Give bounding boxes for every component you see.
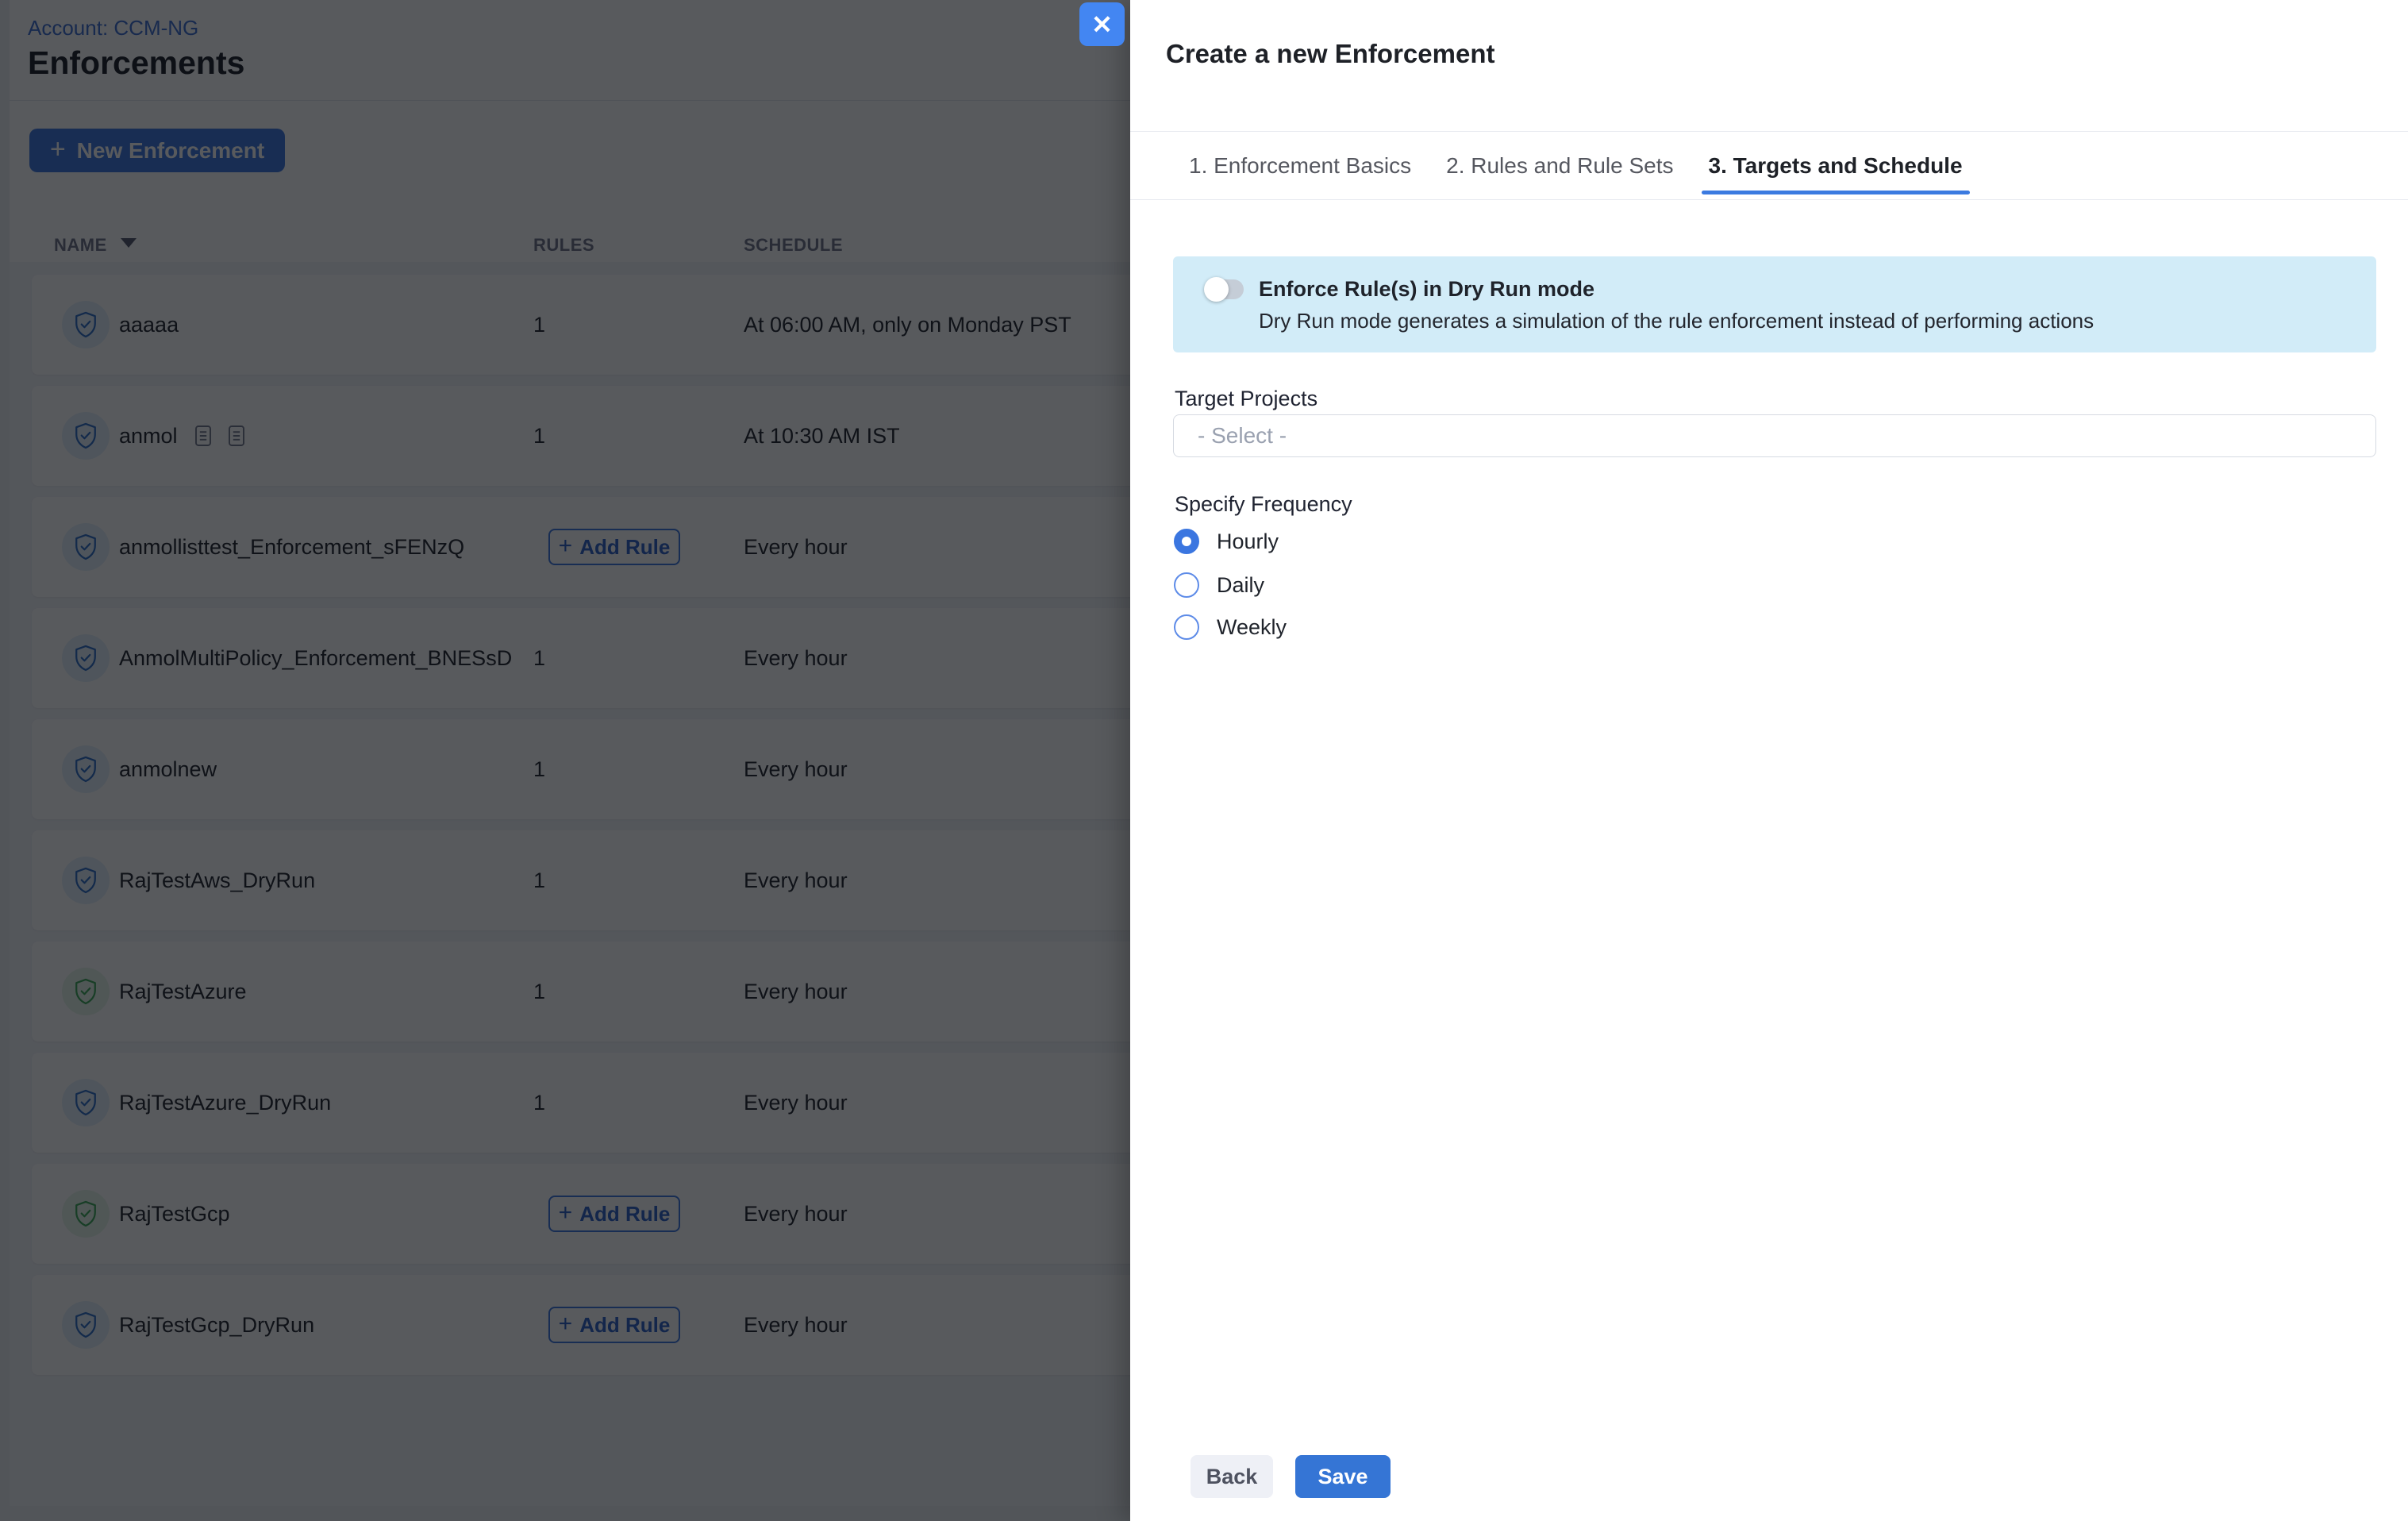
radio-unchecked-icon [1174,572,1199,598]
tab-rules-and-rule-sets[interactable]: 2. Rules and Rule Sets [1446,132,1673,199]
dry-run-toggle[interactable] [1206,279,1244,299]
target-projects-label: Target Projects [1175,387,1317,411]
specify-frequency-label: Specify Frequency [1175,492,1352,517]
dry-run-description: Dry Run mode generates a simulation of t… [1259,309,2094,333]
frequency-option-weekly[interactable]: Weekly [1174,614,1287,640]
target-projects-select[interactable]: - Select - [1173,414,2376,457]
select-placeholder: - Select - [1198,423,1287,449]
close-button[interactable]: ✕ [1079,2,1125,46]
radio-label: Daily [1217,573,1264,598]
tab-enforcement-basics[interactable]: 1. Enforcement Basics [1189,132,1411,199]
frequency-option-daily[interactable]: Daily [1174,572,1264,598]
back-button[interactable]: Back [1191,1455,1273,1498]
dry-run-banner: Enforce Rule(s) in Dry Run mode Dry Run … [1173,256,2376,352]
dry-run-title: Enforce Rule(s) in Dry Run mode [1259,277,1594,302]
drawer-title: Create a new Enforcement [1166,39,1494,69]
create-enforcement-drawer: Create a new Enforcement 1. Enforcement … [1130,0,2408,1521]
close-icon: ✕ [1091,10,1113,40]
radio-checked-icon [1174,529,1199,554]
radio-label: Weekly [1217,615,1287,640]
wizard-tabs: 1. Enforcement Basics 2. Rules and Rule … [1130,132,2408,200]
tab-targets-and-schedule[interactable]: 3. Targets and Schedule [1709,132,1963,199]
frequency-option-hourly[interactable]: Hourly [1174,529,1279,554]
save-button[interactable]: Save [1295,1455,1391,1498]
toggle-knob [1204,277,1229,302]
radio-label: Hourly [1217,529,1279,554]
radio-unchecked-icon [1174,614,1199,640]
